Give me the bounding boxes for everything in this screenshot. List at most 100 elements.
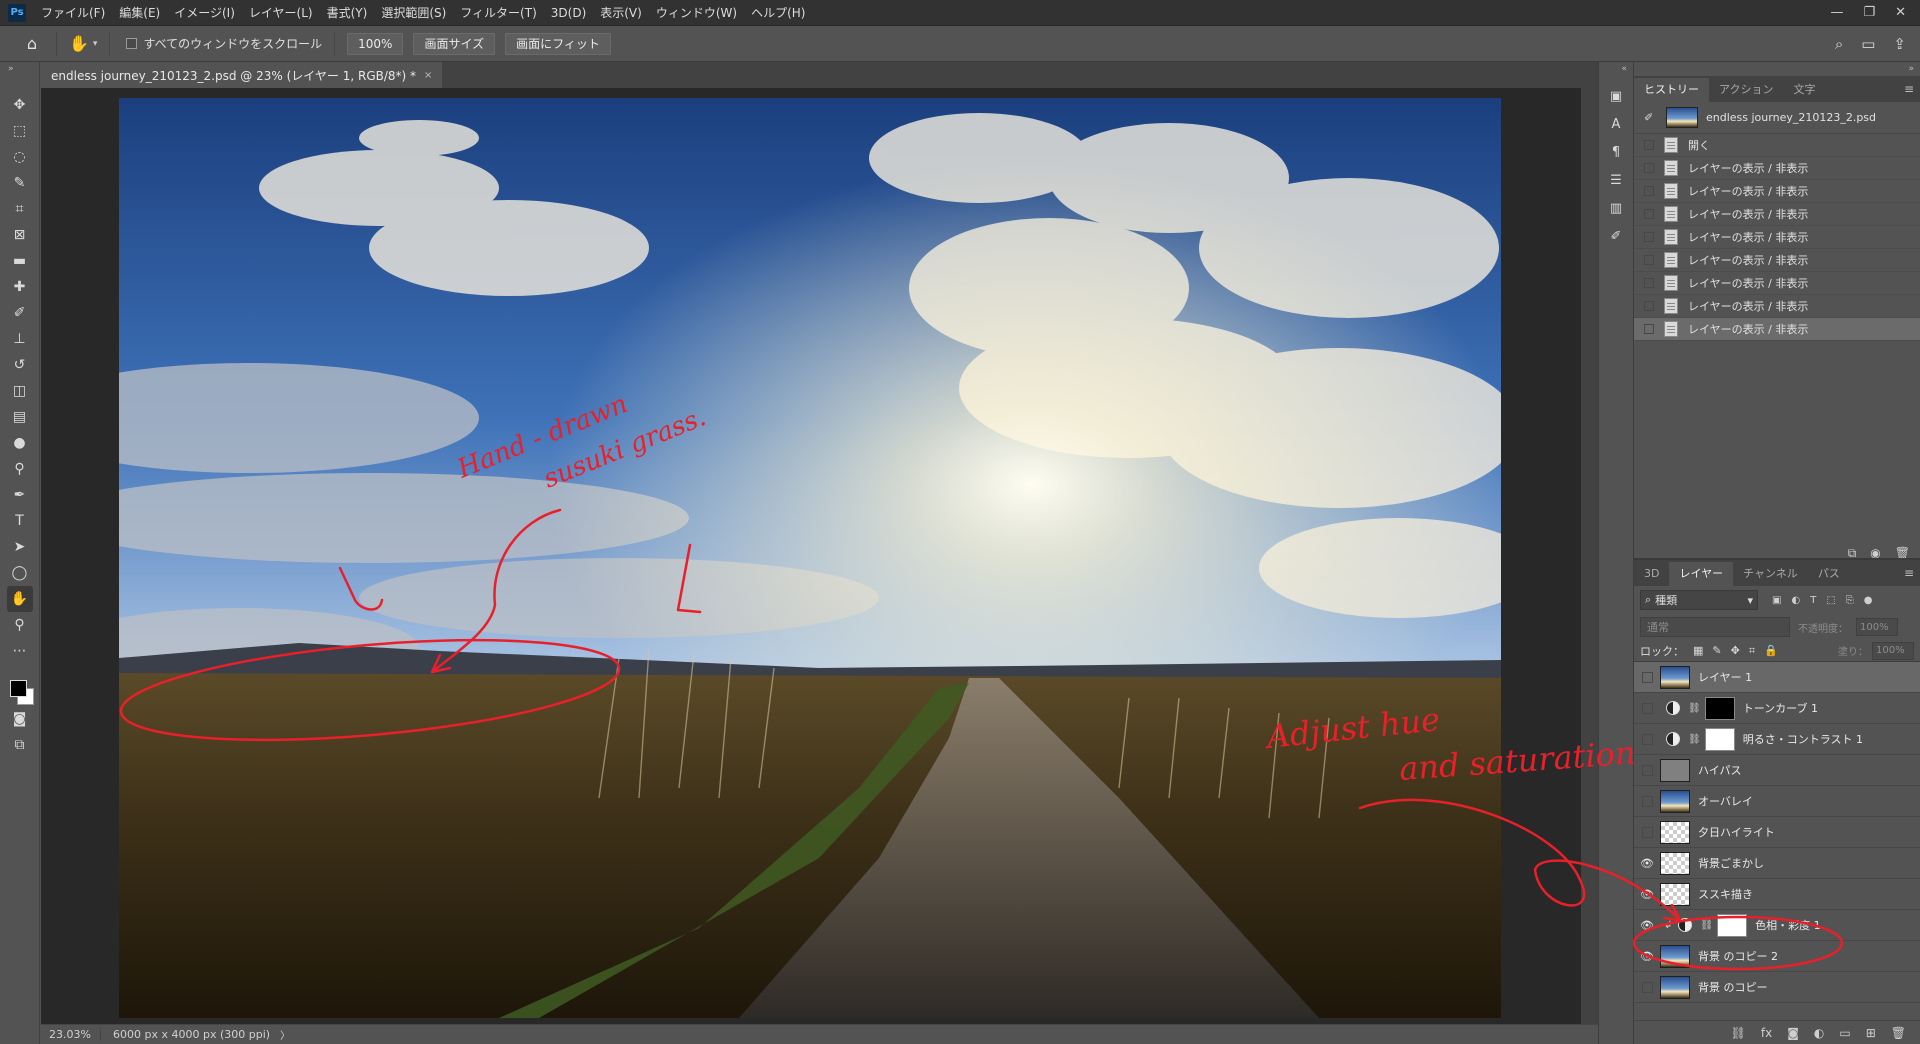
tab-character[interactable]: 文字	[1783, 78, 1825, 102]
layer-row[interactable]: 👁 ↲ ⛓ 色相・彩度 1	[1634, 910, 1920, 941]
eye-icon[interactable]: 👁	[1634, 857, 1660, 870]
chevron-down-icon[interactable]: ▾	[93, 39, 98, 49]
opacity-input[interactable]: 100%	[1856, 618, 1898, 636]
history-item[interactable]: レイヤーの表示 / 非表示	[1634, 272, 1920, 295]
healing-tool-icon[interactable]: ✚	[7, 274, 33, 300]
menu-filter[interactable]: フィルター(T)	[453, 0, 543, 26]
tab-3d[interactable]: 3D	[1634, 562, 1669, 586]
brush-tool-icon[interactable]: ✐	[7, 300, 33, 326]
scroll-all-windows-checkbox[interactable]	[126, 38, 138, 49]
collapse-icon[interactable]: «	[1621, 64, 1627, 74]
history-source-box[interactable]	[1644, 186, 1654, 196]
layer-row[interactable]: オーバレイ	[1634, 786, 1920, 817]
zoom-tool-icon[interactable]: ⚲	[7, 612, 33, 638]
layer-mask-thumbnail[interactable]	[1717, 913, 1748, 937]
brush-settings-icon[interactable]: ✐	[1604, 224, 1628, 248]
tab-history[interactable]: ヒストリー	[1634, 78, 1709, 102]
panel-menu-icon[interactable]: ≡	[1904, 82, 1914, 96]
quick-select-tool-icon[interactable]: ✎	[7, 170, 33, 196]
gradient-tool-icon[interactable]: ▤	[7, 404, 33, 430]
collapse-icon[interactable]: »	[1908, 64, 1914, 74]
history-brush-source-icon[interactable]: ✐	[1644, 111, 1658, 124]
layer-row[interactable]: 👁 ススキ描き	[1634, 879, 1920, 910]
home-icon[interactable]: ⌂	[20, 32, 44, 56]
shape-tool-icon[interactable]: ◯	[7, 560, 33, 586]
menu-image[interactable]: イメージ(I)	[167, 0, 242, 26]
ruler-tool-icon[interactable]: ▬	[7, 248, 33, 274]
tab-layers[interactable]: レイヤー	[1669, 562, 1734, 586]
visibility-toggle[interactable]	[1634, 724, 1660, 755]
layer-row[interactable]: 背景 のコピー	[1634, 972, 1920, 1003]
pixel-filter-icon[interactable]: ▣	[1772, 595, 1781, 606]
histogram-panel-icon[interactable]: ▥	[1604, 196, 1628, 220]
collapse-icon[interactable]: »	[8, 64, 14, 74]
screen-mode-icon[interactable]: ⧉	[7, 732, 33, 758]
canvas-image[interactable]	[119, 98, 1501, 1018]
minimize-button[interactable]: —	[1830, 5, 1843, 20]
menu-view[interactable]: 表示(V)	[593, 0, 649, 26]
menu-layer[interactable]: レイヤー(L)	[242, 0, 320, 26]
eye-icon[interactable]: 👁	[1634, 888, 1660, 901]
layer-row[interactable]: レイヤー 1	[1634, 662, 1920, 693]
menu-3d[interactable]: 3D(D)	[544, 0, 593, 26]
lock-all-icon[interactable]: 🔒	[1764, 644, 1778, 658]
share-icon[interactable]: ⇪	[1893, 35, 1906, 53]
lock-position-icon[interactable]: ✥	[1731, 644, 1740, 658]
hand-tool-icon[interactable]: ✋	[6, 586, 33, 612]
add-mask-icon[interactable]: ◙	[1787, 1026, 1799, 1040]
dodge-tool-icon[interactable]: ⚲	[7, 456, 33, 482]
menu-file[interactable]: ファイル(F)	[34, 0, 112, 26]
smart-object-filter-icon[interactable]: ⎘	[1846, 595, 1854, 606]
visibility-toggle[interactable]	[1634, 972, 1660, 1003]
menu-type[interactable]: 書式(Y)	[320, 0, 375, 26]
history-panel-icon[interactable]: ▣	[1604, 84, 1628, 108]
type-tool-icon[interactable]: T	[7, 508, 33, 534]
blend-mode-select[interactable]: 通常	[1640, 617, 1790, 637]
history-source-box[interactable]	[1644, 163, 1654, 173]
new-adjustment-icon[interactable]: ◐	[1814, 1026, 1824, 1040]
zoom-level[interactable]: 23.03%	[41, 1028, 101, 1041]
history-source-box[interactable]	[1644, 140, 1654, 150]
menu-window[interactable]: ウィンドウ(W)	[649, 0, 744, 26]
layer-mask-thumbnail[interactable]	[1704, 727, 1735, 751]
tab-paths[interactable]: パス	[1808, 562, 1850, 586]
status-menu-arrow-icon[interactable]: 〉	[280, 1027, 290, 1042]
frame-tool-icon[interactable]: ⊠	[7, 222, 33, 248]
search-icon[interactable]: ⌕	[1835, 35, 1843, 53]
layer-style-fx-icon[interactable]: fx	[1761, 1026, 1772, 1040]
new-layer-icon[interactable]: ⊞	[1866, 1026, 1876, 1040]
lock-image-icon[interactable]: ✎	[1712, 644, 1721, 658]
history-source-box[interactable]	[1644, 255, 1654, 265]
history-source-box[interactable]	[1644, 324, 1654, 334]
color-swatches[interactable]	[5, 672, 35, 706]
foreground-color-swatch[interactable]	[9, 680, 27, 697]
character-panel-icon[interactable]: A	[1604, 112, 1628, 136]
visibility-toggle[interactable]	[1634, 817, 1660, 848]
eye-icon[interactable]: 👁	[1634, 950, 1660, 963]
history-item[interactable]: レイヤーの表示 / 非表示	[1634, 226, 1920, 249]
layer-row[interactable]: 👁 背景ごまかし	[1634, 848, 1920, 879]
properties-panel-icon[interactable]: ☰	[1604, 168, 1628, 192]
history-source-box[interactable]	[1644, 209, 1654, 219]
tab-channels[interactable]: チャンネル	[1733, 562, 1808, 586]
menu-select[interactable]: 選択範囲(S)	[374, 0, 453, 26]
layer-mask-thumbnail[interactable]	[1704, 696, 1735, 720]
workspace-icon[interactable]: ▭	[1861, 35, 1875, 53]
mask-link-icon[interactable]: ⛓	[1688, 734, 1701, 745]
history-snapshot[interactable]: ✐ endless journey_210123_2.psd	[1634, 102, 1920, 134]
eye-icon[interactable]: 👁	[1634, 919, 1660, 932]
quick-mask-icon[interactable]: ◙	[7, 706, 33, 732]
lock-transparent-icon[interactable]: ▦	[1693, 644, 1703, 658]
history-item[interactable]: レイヤーの表示 / 非表示	[1634, 295, 1920, 318]
hand-tool-preset-icon[interactable]: ✋	[69, 34, 89, 53]
canvas-area[interactable]	[41, 88, 1581, 1024]
paragraph-panel-icon[interactable]: ¶	[1604, 140, 1628, 164]
move-tool-icon[interactable]: ✥	[7, 92, 33, 118]
zoom-100-button[interactable]: 100%	[347, 32, 404, 55]
trash-icon[interactable]: 🗑	[1891, 1026, 1906, 1040]
mask-link-icon[interactable]: ⛓	[1688, 703, 1701, 714]
layer-row[interactable]: 夕日ハイライト	[1634, 817, 1920, 848]
menu-edit[interactable]: 編集(E)	[112, 0, 167, 26]
history-source-box[interactable]	[1644, 278, 1654, 288]
pen-tool-icon[interactable]: ✒	[7, 482, 33, 508]
